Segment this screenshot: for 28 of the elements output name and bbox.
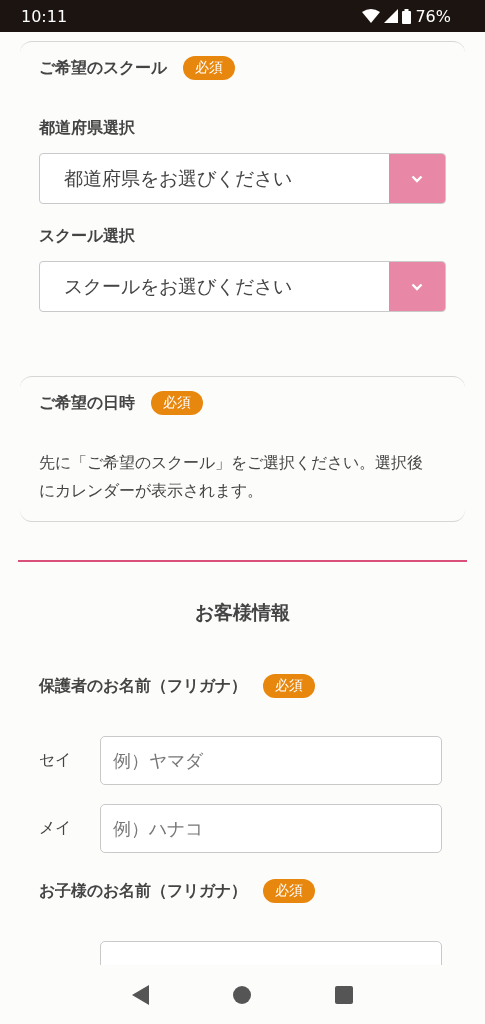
section-title: ご希望の日時: [39, 392, 135, 414]
field-label: スクール選択: [39, 226, 136, 247]
dropdown-field[interactable]: 都道府県をお選びください: [39, 153, 446, 204]
required-badge: 必須: [183, 56, 235, 80]
required-badge: 必須: [263, 879, 315, 903]
clock-time: 10:11: [21, 6, 68, 26]
section-title: 保護者のお名前（フリガナ）: [39, 675, 247, 697]
wifi-icon: [362, 9, 381, 23]
field-label: セイ: [39, 750, 72, 771]
recents-icon[interactable]: [335, 985, 354, 1004]
section-title: お子様のお名前（フリガナ）: [39, 880, 247, 902]
field-label: 都道府県選択: [39, 118, 136, 139]
field-label: メイ: [39, 818, 72, 839]
back-icon[interactable]: [131, 984, 150, 1005]
battery-percent: 76%: [415, 6, 451, 26]
chevron-down-icon: [411, 282, 423, 291]
section-heading: お客様情報: [194, 600, 291, 625]
home-icon[interactable]: [233, 985, 252, 1004]
text-input-field[interactable]: 例）ヤマダ: [100, 736, 442, 785]
chevron-down-icon: [411, 174, 423, 183]
dropdown-field[interactable]: スクールをお選びください: [39, 261, 446, 312]
battery-icon: [402, 8, 412, 24]
required-badge: 必須: [263, 674, 315, 698]
instruction-text: 先に「ご希望のスクール」をご選択ください。選択後にカレンダーが表示されます。: [39, 452, 424, 502]
required-badge: 必須: [151, 391, 203, 415]
section-title: ご希望のスクール: [39, 57, 167, 79]
text-input-field[interactable]: 例）ハナコ: [100, 804, 442, 853]
signal-icon: [384, 9, 399, 23]
